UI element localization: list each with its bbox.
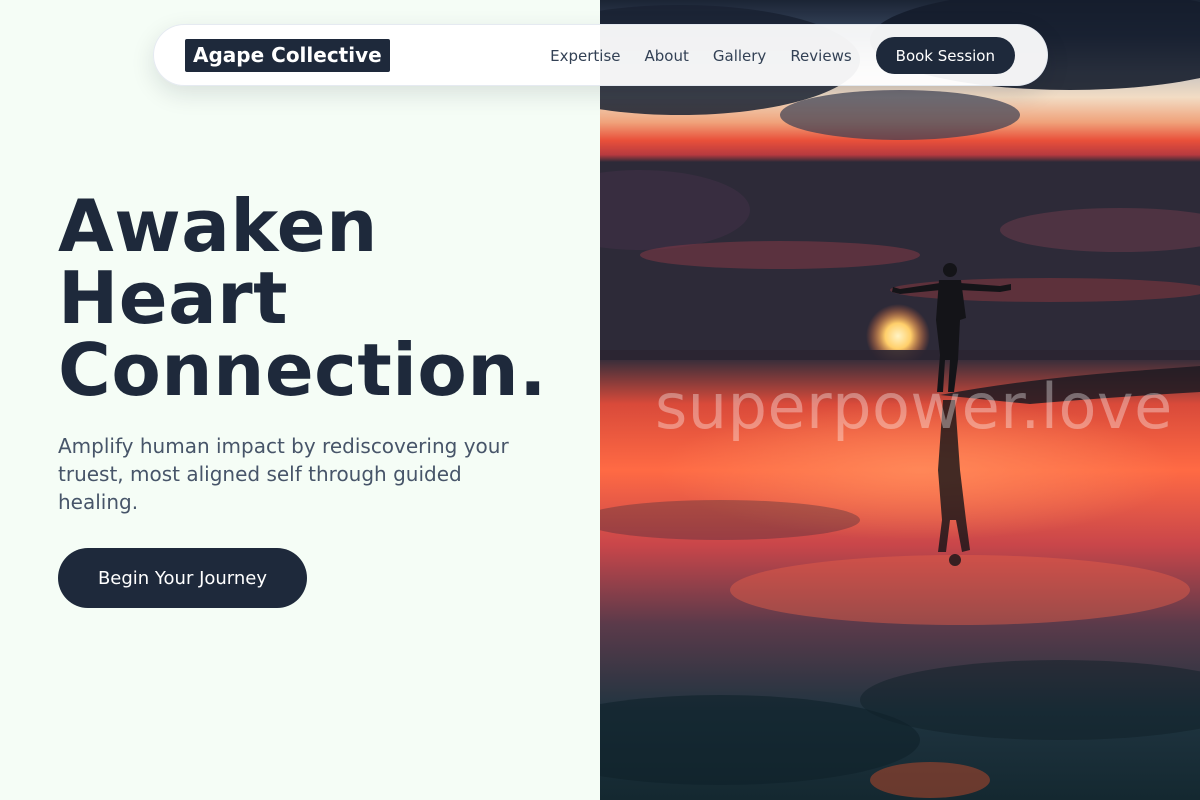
nav-links: Expertise About Gallery Reviews Book Ses… bbox=[550, 37, 1015, 74]
headline-line-2: Heart bbox=[58, 256, 289, 340]
hero-section: Awaken Heart Connection. Amplify human i… bbox=[0, 0, 600, 800]
nav-link-about[interactable]: About bbox=[645, 47, 689, 65]
nav-link-reviews[interactable]: Reviews bbox=[790, 47, 851, 65]
book-session-button[interactable]: Book Session bbox=[875, 37, 1015, 74]
brand-logo[interactable]: Agape Collective bbox=[185, 39, 390, 72]
headline-line-3: Connection. bbox=[58, 328, 548, 412]
nav-link-expertise[interactable]: Expertise bbox=[550, 47, 620, 65]
landing-page: Awaken Heart Connection. Amplify human i… bbox=[0, 0, 1200, 800]
hero-headline: Awaken Heart Connection. bbox=[58, 190, 588, 406]
nav-link-gallery[interactable]: Gallery bbox=[713, 47, 766, 65]
top-navigation: Agape Collective Expertise About Gallery… bbox=[153, 24, 1048, 86]
headline-line-1: Awaken bbox=[58, 184, 378, 268]
hero-image: superpower.love bbox=[600, 0, 1200, 800]
watermark-text: superpower.love bbox=[655, 370, 1173, 443]
hero-subtitle: Amplify human impact by rediscovering yo… bbox=[58, 434, 509, 514]
begin-journey-button[interactable]: Begin Your Journey bbox=[58, 548, 307, 608]
